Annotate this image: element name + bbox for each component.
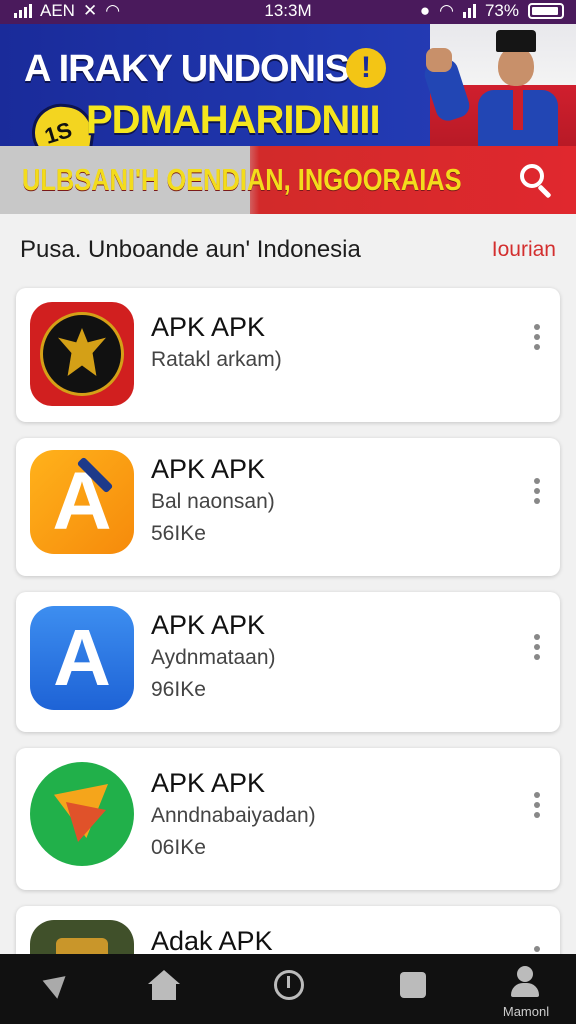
app-size: 06IKe bbox=[151, 836, 206, 859]
garuda-icon bbox=[30, 302, 134, 406]
wifi-icon-right: ◠ bbox=[439, 1, 454, 20]
app-subtitle: Anndnabaiyadan) bbox=[151, 804, 316, 827]
orange-a-icon: A bbox=[30, 450, 134, 554]
section-link[interactable]: Iourian bbox=[492, 238, 556, 262]
square-icon bbox=[400, 972, 426, 998]
section-header: Pusa. Unboande aun' Indonesia Iourian bbox=[20, 236, 556, 266]
more-options-icon[interactable] bbox=[532, 634, 542, 660]
status-right: ● ◠ 73% bbox=[420, 1, 564, 21]
nav-profile[interactable]: Mamonl bbox=[486, 954, 566, 1024]
app-name: Adak APK bbox=[151, 926, 273, 956]
search-icon[interactable] bbox=[516, 160, 556, 200]
nav-home[interactable] bbox=[124, 954, 204, 1024]
nav-profile-label: Mamonl bbox=[502, 1004, 550, 1019]
app-card[interactable]: APK APK Anndnabaiyadan) 06IKe bbox=[16, 748, 560, 890]
more-options-icon[interactable] bbox=[532, 324, 542, 350]
app-name: APK APK bbox=[151, 610, 266, 640]
section-title: Pusa. Unboande aun' Indonesia bbox=[20, 236, 361, 263]
more-options-icon[interactable] bbox=[532, 478, 542, 504]
banner-tagline: ULBSANI'H OENDIAN, INGOORAIAS bbox=[22, 162, 462, 197]
battery-percent: 73% bbox=[484, 1, 519, 20]
nav-square[interactable] bbox=[374, 954, 454, 1024]
app-subtitle: Aydnmataan) bbox=[151, 646, 276, 669]
green-arrow-icon bbox=[30, 762, 134, 866]
app-card[interactable]: APK APK Ratakl arkam) bbox=[16, 288, 560, 422]
app-card[interactable]: A APK APK Aydnmataan) 96IKe bbox=[16, 592, 560, 732]
signal-icon-right bbox=[462, 4, 476, 18]
banner-headline: A IRAKY UNDONIS bbox=[24, 48, 350, 90]
app-name: APK APK bbox=[151, 768, 266, 798]
app-name: APK APK bbox=[151, 312, 266, 342]
warning-icon: ! bbox=[346, 48, 386, 88]
more-options-icon[interactable] bbox=[532, 792, 542, 818]
app-subtitle: Bal naonsan) bbox=[151, 490, 275, 513]
battery-icon bbox=[528, 3, 564, 19]
bottom-navigation: Mamonl bbox=[0, 954, 576, 1024]
app-subtitle: Ratakl arkam) bbox=[151, 348, 282, 371]
blue-a-icon: A bbox=[30, 606, 134, 710]
banner-subheadline: PDMAHARIDNIII bbox=[86, 98, 381, 142]
app-size: 56IKe bbox=[151, 522, 206, 545]
back-icon bbox=[38, 969, 66, 999]
power-icon bbox=[274, 970, 304, 1000]
nav-back[interactable] bbox=[12, 954, 92, 1024]
app-name: APK APK bbox=[151, 454, 266, 484]
person-image bbox=[421, 30, 560, 150]
app-size: 96IKe bbox=[151, 678, 206, 701]
banner-bottom-strip: ULBSANI'H OENDIAN, INGOORAIAS bbox=[0, 146, 576, 214]
nav-power[interactable] bbox=[250, 954, 330, 1024]
location-icon: ● bbox=[419, 1, 431, 20]
promo-banner[interactable]: A IRAKY UNDONIS ! 1S PDMAHARIDNIII ULBSA… bbox=[0, 24, 576, 214]
status-bar: AEN ✕ ◠ 13:3M ● ◠ 73% bbox=[0, 0, 576, 24]
app-card[interactable]: A APK APK Bal naonsan) 56IKe bbox=[16, 438, 560, 576]
